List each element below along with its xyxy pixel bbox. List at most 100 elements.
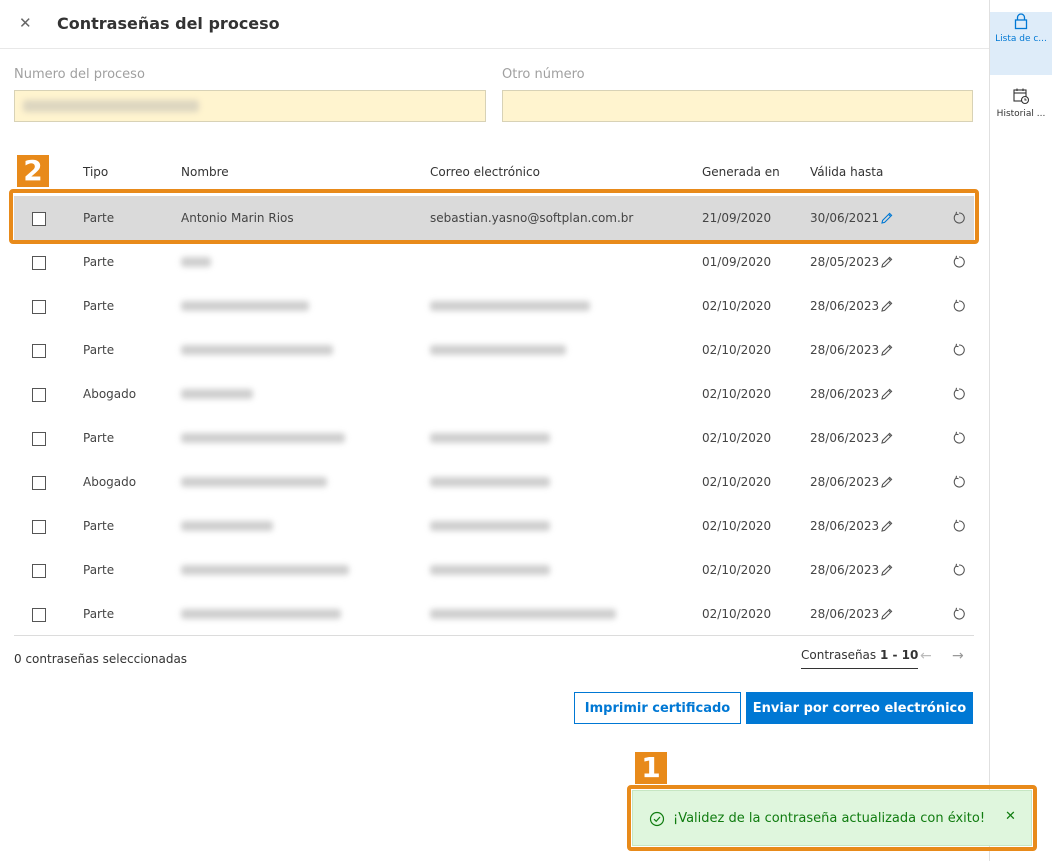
redacted-name: [181, 477, 327, 487]
cell-generada: 02/10/2020: [702, 563, 772, 577]
cell-tipo: Parte: [83, 563, 115, 577]
row-checkbox[interactable]: [32, 476, 46, 490]
cell-generada: 02/10/2020: [702, 343, 772, 357]
table-row[interactable]: Abogado 02/10/2020 28/06/2023: [14, 372, 974, 416]
pager-label: Contraseñas: [801, 648, 877, 662]
cell-tipo: Parte: [83, 343, 115, 357]
side-item-label: Lista de c...: [995, 34, 1047, 44]
cell-generada: 02/10/2020: [702, 387, 772, 401]
redacted-name: [181, 521, 273, 531]
cell-tipo: Parte: [83, 607, 115, 621]
redacted-name: [181, 257, 211, 267]
edit-pencil-icon[interactable]: [880, 342, 894, 356]
reset-icon[interactable]: [952, 562, 966, 576]
table-row[interactable]: Parte 02/10/2020 28/06/2023: [14, 328, 974, 372]
row-checkbox[interactable]: [32, 564, 46, 578]
edit-pencil-icon[interactable]: [880, 386, 894, 400]
cell-tipo: Abogado: [83, 387, 137, 401]
reset-icon[interactable]: [952, 254, 966, 268]
pager-range: 1 - 10: [880, 648, 919, 662]
other-number-field[interactable]: [502, 90, 973, 122]
next-page-arrow-icon[interactable]: →: [952, 648, 964, 664]
row-checkbox[interactable]: [32, 256, 46, 270]
row-checkbox[interactable]: [32, 388, 46, 402]
redacted-email: [430, 609, 616, 619]
reset-icon[interactable]: [952, 386, 966, 400]
row-checkbox[interactable]: [32, 520, 46, 534]
column-header-tipo[interactable]: Tipo: [83, 165, 108, 179]
column-header-valida[interactable]: Válida hasta: [810, 165, 883, 179]
redacted-name: [181, 433, 345, 443]
cell-valida: 28/06/2023: [810, 343, 880, 357]
cell-valida: 28/06/2023: [810, 387, 880, 401]
cell-generada: 01/09/2020: [702, 255, 772, 269]
cell-valida: 28/06/2023: [810, 607, 880, 621]
prev-page-arrow-icon[interactable]: ←: [920, 648, 932, 664]
close-icon[interactable]: ✕: [19, 13, 35, 33]
table-row[interactable]: Parte 02/10/2020 28/06/2023: [14, 504, 974, 548]
send-email-button[interactable]: Enviar por correo electrónico: [746, 692, 973, 724]
lock-icon: [1014, 13, 1028, 30]
side-item-label: Historial ...: [996, 109, 1046, 119]
column-header-nombre[interactable]: Nombre: [181, 165, 229, 179]
cell-tipo: Abogado: [83, 475, 137, 489]
redacted-email: [430, 521, 550, 531]
edit-pencil-icon[interactable]: [880, 606, 894, 620]
reset-icon[interactable]: [952, 298, 966, 312]
right-side-panel: Lista de c... Historial ...: [989, 0, 1052, 861]
panel-header: ✕ Contraseñas del proceso: [0, 0, 990, 49]
reset-icon[interactable]: [952, 606, 966, 620]
side-item-password-list[interactable]: Lista de c...: [990, 12, 1052, 75]
toast-close-icon[interactable]: ✕: [1005, 809, 1016, 824]
cell-generada: 02/10/2020: [702, 299, 772, 313]
annotation-badge-2: 2: [17, 155, 49, 187]
row-checkbox[interactable]: [32, 432, 46, 446]
row-checkbox[interactable]: [32, 608, 46, 622]
app-root: ✕ Contraseñas del proceso Lista de c... …: [0, 0, 1052, 861]
column-header-correo[interactable]: Correo electrónico: [430, 165, 540, 179]
table-row[interactable]: Parte 02/10/2020 28/06/2023: [14, 548, 974, 592]
reset-icon[interactable]: [952, 474, 966, 488]
cell-valida: 28/06/2023: [810, 299, 880, 313]
row-checkbox[interactable]: [32, 344, 46, 358]
edit-pencil-icon[interactable]: [880, 430, 894, 444]
column-header-generada[interactable]: Generada en: [702, 165, 780, 179]
edit-pencil-icon[interactable]: [880, 210, 894, 224]
edit-pencil-icon[interactable]: [880, 562, 894, 576]
table-row[interactable]: Parte 02/10/2020 28/06/2023: [14, 416, 974, 460]
process-number-label: Numero del proceso: [14, 67, 145, 82]
process-number-field[interactable]: [14, 90, 486, 122]
cell-tipo: Parte: [83, 211, 115, 225]
redacted-name: [181, 301, 309, 311]
edit-pencil-icon[interactable]: [880, 254, 894, 268]
edit-pencil-icon[interactable]: [880, 474, 894, 488]
table-row[interactable]: Parte 02/10/2020 28/06/2023: [14, 284, 974, 328]
reset-icon[interactable]: [952, 210, 966, 224]
cell-tipo: Parte: [83, 431, 115, 445]
cell-valida: 28/06/2023: [810, 563, 880, 577]
row-checkbox[interactable]: [32, 300, 46, 314]
reset-icon[interactable]: [952, 518, 966, 532]
cell-generada: 02/10/2020: [702, 607, 772, 621]
table-row[interactable]: Parte 01/09/2020 28/05/2023: [14, 240, 974, 284]
table-row[interactable]: Abogado 02/10/2020 28/06/2023: [14, 460, 974, 504]
edit-pencil-icon[interactable]: [880, 298, 894, 312]
cell-correo: sebastian.yasno@softplan.com.br: [430, 211, 634, 225]
cell-tipo: Parte: [83, 519, 115, 533]
cell-valida: 28/06/2023: [810, 519, 880, 533]
cell-valida: 30/06/2021: [810, 211, 880, 225]
row-checkbox[interactable]: [32, 212, 46, 226]
reset-icon[interactable]: [952, 430, 966, 444]
selected-count: 0 contraseñas seleccionadas: [14, 652, 188, 666]
redacted-name: [181, 565, 349, 575]
table-row[interactable]: Parte 02/10/2020 28/06/2023: [14, 592, 974, 636]
table-row[interactable]: Parte Antonio Marin Rios sebastian.yasno@s…: [14, 196, 974, 240]
cell-tipo: Parte: [83, 299, 115, 313]
edit-pencil-icon[interactable]: [880, 518, 894, 532]
side-item-history[interactable]: Historial ...: [990, 87, 1052, 150]
print-certificate-button[interactable]: Imprimir certificado: [574, 692, 741, 724]
cell-valida: 28/05/2023: [810, 255, 880, 269]
redacted-value: [23, 100, 199, 112]
redacted-email: [430, 301, 590, 311]
reset-icon[interactable]: [952, 342, 966, 356]
